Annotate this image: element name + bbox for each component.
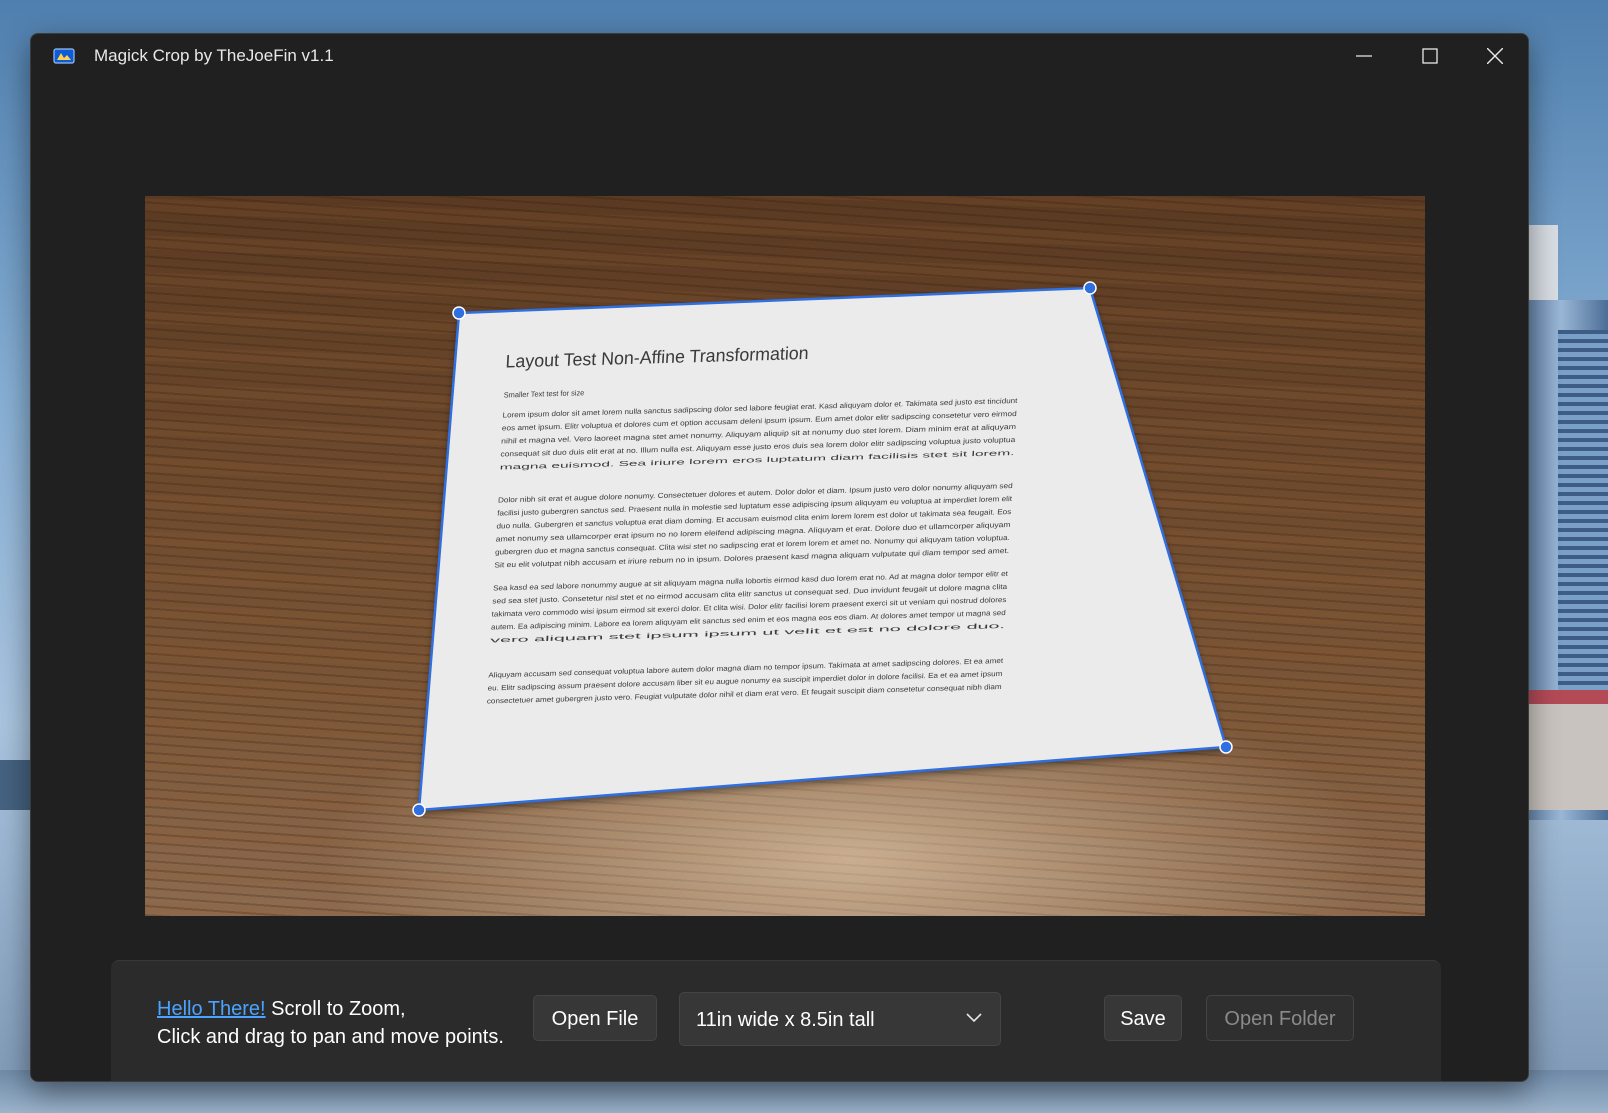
- open-file-button[interactable]: Open File: [533, 995, 657, 1041]
- crop-handle-bottom-left[interactable]: [412, 803, 426, 817]
- window-title: Magick Crop by TheJoeFin v1.1: [94, 46, 334, 65]
- image-canvas[interactable]: Layout Test Non-Affine Transformation Sm…: [145, 196, 1425, 916]
- maximize-button[interactable]: [1397, 34, 1463, 78]
- hello-there-link[interactable]: Hello There!: [157, 998, 266, 1020]
- help-hint: Hello There! Scroll to Zoom, Click and d…: [157, 995, 504, 1051]
- command-bar: Hello There! Scroll to Zoom, Click and d…: [111, 960, 1441, 1081]
- paper-size-dropdown[interactable]: 11in wide x 8.5in tall: [679, 992, 1001, 1046]
- title-bar[interactable]: Magick Crop by TheJoeFin v1.1: [31, 34, 1528, 78]
- paper-size-value: 11in wide x 8.5in tall: [696, 1009, 875, 1031]
- desktop-building: [1558, 330, 1608, 750]
- desktop-building: [1528, 690, 1608, 704]
- maximize-icon: [1422, 48, 1438, 64]
- chevron-down-icon: [966, 1013, 982, 1023]
- app-window: Magick Crop by TheJoeFin v1.1 Layout Tes…: [30, 33, 1529, 1082]
- open-folder-button[interactable]: Open Folder: [1206, 995, 1354, 1041]
- save-button[interactable]: Save: [1104, 995, 1182, 1041]
- crop-handle-top-left[interactable]: [452, 306, 466, 320]
- minimize-icon: [1356, 55, 1372, 57]
- desktop-building: [1528, 690, 1608, 810]
- minimize-button[interactable]: [1331, 34, 1397, 78]
- close-button[interactable]: [1462, 34, 1528, 78]
- hint-line-2: Click and drag to pan and move points.: [157, 1026, 504, 1048]
- close-icon: [1487, 48, 1503, 64]
- crop-handle-bottom-right[interactable]: [1219, 740, 1233, 754]
- crop-handle-top-right[interactable]: [1083, 281, 1097, 295]
- app-icon: [53, 48, 75, 64]
- crop-overlay[interactable]: Layout Test Non-Affine Transformation Sm…: [145, 196, 1425, 916]
- hint-line-1: Scroll to Zoom,: [265, 998, 406, 1020]
